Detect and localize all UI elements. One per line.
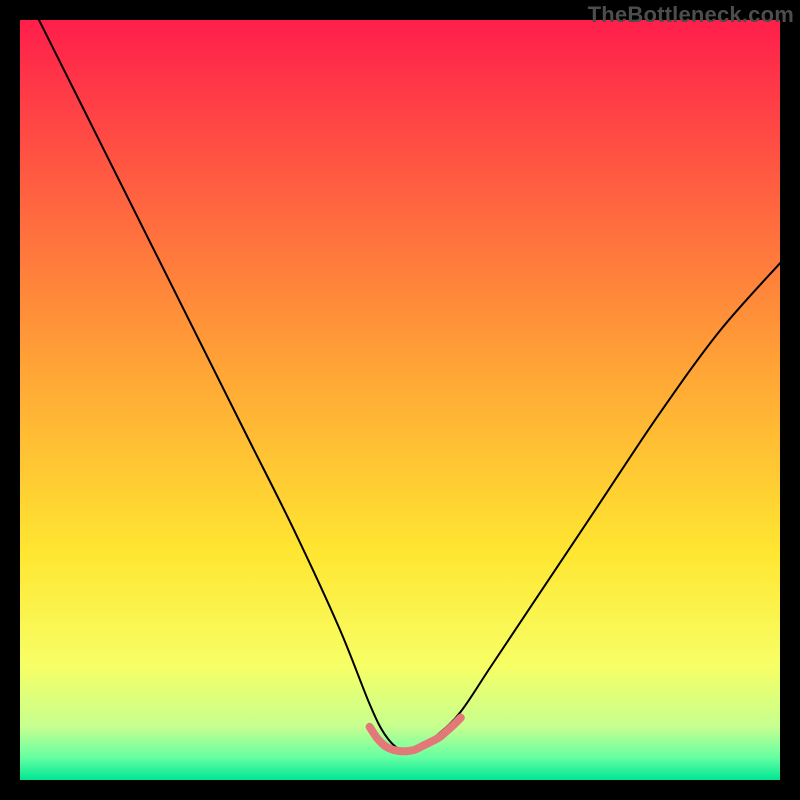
bottleneck-chart	[20, 20, 780, 780]
chart-background	[20, 20, 780, 780]
chart-frame: TheBottleneck.com	[0, 0, 800, 800]
